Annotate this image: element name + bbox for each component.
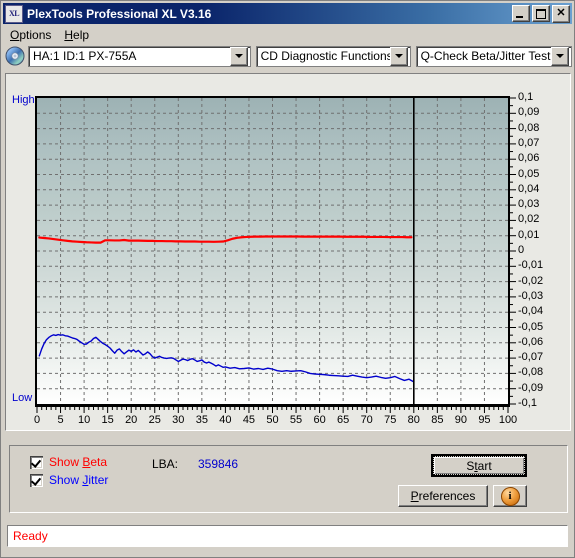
y-tick-label: -0,04 — [518, 305, 544, 318]
y-tick-label: -0,09 — [518, 381, 544, 394]
y-tick-label: 0,03 — [518, 198, 540, 211]
y-axis-ticks — [510, 97, 516, 405]
show-jitter-label: Show Jitter — [49, 473, 109, 487]
x-tick-label: 80 — [407, 414, 420, 426]
x-tick-label: 60 — [313, 414, 326, 426]
menu-bar: Options Help — [4, 26, 571, 44]
x-axis-ruler — [35, 406, 510, 414]
axis-label-low: Low — [12, 392, 33, 404]
chevron-down-icon[interactable] — [229, 46, 248, 66]
plot-svg — [37, 98, 508, 404]
start-button-focus-ring: Start — [433, 456, 525, 475]
info-button[interactable]: i — [493, 485, 527, 507]
lba-value: 359846 — [198, 457, 239, 471]
preferences-button-label: Preferences — [410, 489, 476, 503]
y-tick-label: -0,01 — [518, 259, 544, 272]
maximize-button[interactable] — [532, 5, 550, 22]
function-select[interactable]: CD Diagnostic Functions — [255, 45, 411, 67]
show-jitter-checkbox[interactable] — [30, 473, 43, 487]
y-tick-label: 0,01 — [518, 228, 540, 241]
status-bar: Ready — [7, 525, 568, 547]
chart-panel: High Low 0 5 10 15 20 25 30 35 40 45 50 55 60 65 70 75 8… — [5, 73, 571, 431]
y-tick-label: -0,08 — [518, 366, 544, 379]
window-title: PlexTools Professional XL V3.16 — [27, 6, 212, 21]
x-tick-label: 65 — [337, 414, 350, 426]
y-tick-label: 0 — [518, 244, 525, 256]
grid-lines — [37, 98, 508, 404]
data-series — [39, 236, 413, 381]
test-select[interactable]: Q-Check Beta/Jitter Test — [415, 45, 572, 67]
menu-help-rest: elp — [73, 28, 90, 42]
y-tick-label: 0,08 — [518, 121, 540, 134]
close-button[interactable]: ✕ — [552, 4, 570, 23]
start-button-label: Start — [466, 458, 492, 473]
x-tick-label: 85 — [431, 414, 444, 426]
y-axis-ruler — [510, 96, 517, 406]
y-tick-label: -0,07 — [518, 351, 544, 364]
x-tick-label: 30 — [172, 414, 185, 426]
selector-toolbar: HA:1 ID:1 PX-755A CD Diagnostic Function… — [5, 45, 572, 67]
title-bar: XL PlexTools Professional XL V3.16 ✕ — [3, 3, 572, 24]
x-tick-label: 0 — [33, 414, 41, 426]
y-tick-label: -0,03 — [518, 289, 544, 302]
x-tick-label: 45 — [242, 414, 256, 426]
menu-item-help[interactable]: Help — [58, 26, 96, 44]
test-select-value: Q-Check Beta/Jitter Test — [420, 49, 551, 63]
drive-select[interactable]: HA:1 ID:1 PX-755A — [28, 45, 251, 67]
show-beta-checkbox[interactable] — [30, 455, 43, 469]
x-tick-label: 5 — [57, 414, 64, 426]
x-tick-label: 90 — [454, 414, 468, 426]
axis-label-high: High — [12, 94, 35, 106]
y-tick-label: 0,06 — [518, 152, 540, 165]
options-group: Show Beta Show Jitter LBA: 359846 Start … — [9, 445, 568, 513]
application-window: XL PlexTools Professional XL V3.16 ✕ Opt… — [0, 0, 575, 558]
x-tick-label: 95 — [478, 414, 491, 426]
x-tick-label: 20 — [125, 414, 138, 426]
compact-disc-icon — [5, 46, 25, 66]
chevron-down-icon[interactable] — [551, 46, 569, 66]
status-text: Ready — [13, 529, 48, 543]
y-tick-label: -0,05 — [518, 320, 544, 333]
show-beta-label: Show Beta — [49, 455, 108, 469]
plot-area — [35, 96, 510, 406]
x-tick-label: 55 — [289, 414, 303, 426]
function-select-value: CD Diagnostic Functions — [260, 49, 390, 63]
x-axis-ticks — [35, 406, 510, 413]
y-tick-label: 0,09 — [518, 106, 540, 119]
x-tick-label: 100 — [498, 414, 518, 426]
y-tick-label: -0,02 — [518, 274, 544, 287]
y-tick-label: 0,05 — [518, 167, 540, 180]
x-tick-label: 70 — [360, 414, 373, 426]
x-tick-label: 10 — [77, 414, 91, 426]
chevron-down-icon[interactable] — [389, 46, 408, 66]
lba-label: LBA: — [152, 457, 179, 471]
preferences-button[interactable]: Preferences — [398, 485, 488, 507]
y-tick-label: 0,1 — [518, 91, 534, 103]
x-axis-tick-labels: 0 5 10 15 20 25 30 35 40 45 50 55 60 65 70 75 80 85 90 95 10… — [6, 414, 546, 430]
app-icon: XL — [5, 4, 23, 23]
x-tick-label: 25 — [148, 414, 161, 426]
x-tick-label: 40 — [219, 414, 232, 426]
show-jitter-row[interactable]: Show Jitter — [30, 473, 108, 487]
chart-inner: High Low 0 5 10 15 20 25 30 35 40 45 50 55 60 65 70 75 8… — [6, 74, 570, 430]
x-tick-label: 35 — [195, 414, 208, 426]
x-tick-label: 75 — [384, 414, 397, 426]
x-tick-label: 50 — [266, 414, 279, 426]
show-beta-row[interactable]: Show Beta — [30, 455, 107, 469]
y-tick-label: 0,07 — [518, 136, 540, 149]
menu-options-rest: ptions — [19, 28, 52, 42]
x-tick-label: 15 — [101, 414, 114, 426]
info-icon: i — [500, 486, 520, 506]
start-button[interactable]: Start — [431, 454, 527, 477]
y-tick-label: 0,02 — [518, 213, 540, 226]
y-axis-tick-labels: 0,1 0,09 0,08 0,07 0,06 0,05 0,04 0,03 0,02 0,01 0… — [518, 90, 570, 415]
menu-item-options[interactable]: Options — [4, 26, 58, 44]
drive-select-value: HA:1 ID:1 PX-755A — [33, 49, 137, 63]
y-tick-label: -0,06 — [518, 335, 544, 348]
y-tick-label: -0,1 — [518, 397, 537, 409]
minimize-button[interactable] — [512, 5, 530, 22]
y-tick-label: 0,04 — [518, 182, 540, 195]
